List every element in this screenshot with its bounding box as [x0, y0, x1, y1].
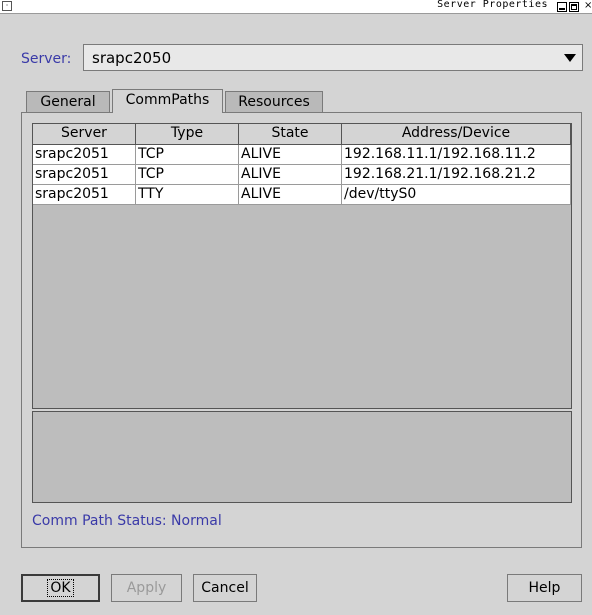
window-menu-icon[interactable]: ·	[2, 1, 12, 11]
cell-server: srapc2051	[33, 165, 136, 184]
table-header: Server Type State Address/Device	[33, 124, 571, 145]
apply-button[interactable]: Apply	[111, 574, 182, 602]
commpaths-table[interactable]: Server Type State Address/Device srapc20…	[32, 123, 572, 409]
cell-address: /dev/ttyS0	[342, 185, 571, 204]
window-title: Server Properties	[437, 0, 548, 10]
column-header-type[interactable]: Type	[136, 124, 239, 144]
cancel-button[interactable]: Cancel	[193, 574, 257, 602]
cell-server: srapc2051	[33, 145, 136, 164]
close-icon[interactable]: ×	[584, 1, 592, 11]
cell-address: 192.168.21.1/192.168.21.2	[342, 165, 571, 184]
server-selected-value: srapc2050	[92, 49, 172, 67]
tab-general[interactable]: General	[26, 91, 110, 113]
maximize-icon[interactable]	[569, 2, 579, 12]
server-label: Server:	[21, 51, 72, 67]
ok-button-label: OK	[47, 579, 74, 597]
commpaths-panel: Server Type State Address/Device srapc20…	[21, 112, 582, 548]
help-button[interactable]: Help	[507, 574, 582, 602]
chevron-down-icon[interactable]	[564, 54, 576, 62]
details-pane	[32, 411, 572, 503]
title-bar[interactable]: · Server Properties ×	[0, 0, 592, 14]
cell-state: ALIVE	[239, 185, 342, 204]
tab-commpaths[interactable]: CommPaths	[112, 89, 223, 113]
table-row[interactable]: srapc2051 TTY ALIVE /dev/ttyS0	[33, 185, 571, 205]
cell-type: TTY	[136, 185, 239, 204]
cell-server: srapc2051	[33, 185, 136, 204]
cell-address: 192.168.11.1/192.168.11.2	[342, 145, 571, 164]
table-row[interactable]: srapc2051 TCP ALIVE 192.168.11.1/192.168…	[33, 145, 571, 165]
server-dropdown[interactable]: srapc2050	[83, 44, 583, 71]
comm-path-status: Comm Path Status: Normal	[32, 513, 222, 529]
cell-state: ALIVE	[239, 145, 342, 164]
ok-button[interactable]: OK	[21, 574, 100, 602]
cell-type: TCP	[136, 165, 239, 184]
tab-resources[interactable]: Resources	[225, 91, 323, 113]
cell-state: ALIVE	[239, 165, 342, 184]
cell-type: TCP	[136, 145, 239, 164]
table-row[interactable]: srapc2051 TCP ALIVE 192.168.21.1/192.168…	[33, 165, 571, 185]
column-header-server[interactable]: Server	[33, 124, 136, 144]
minimize-icon[interactable]	[557, 2, 567, 12]
column-header-address[interactable]: Address/Device	[342, 124, 571, 144]
column-header-state[interactable]: State	[239, 124, 342, 144]
